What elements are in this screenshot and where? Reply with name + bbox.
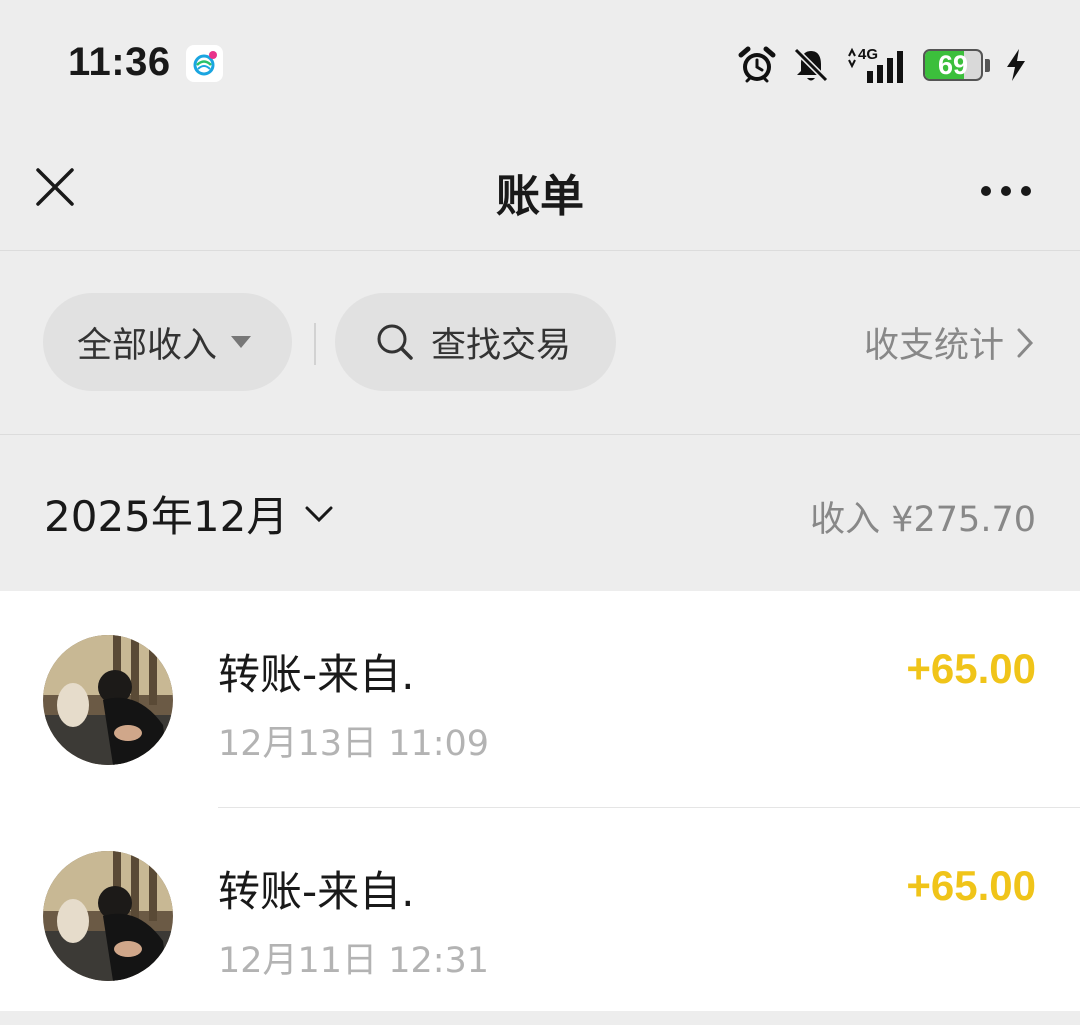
more-icon[interactable]: [980, 182, 1032, 196]
nav-bar: 账单: [0, 130, 1080, 251]
status-bar: 11:36 4G 69: [0, 0, 1080, 130]
month-income-total: 收入 ¥275.70: [810, 500, 1036, 540]
stats-label: 收支统计: [863, 326, 1004, 366]
search-label: 查找交易: [431, 325, 572, 366]
transaction-time: 12月11日 12:31: [218, 941, 490, 981]
alarm-icon: [737, 45, 777, 85]
type-filter-button[interactable]: 全部收入: [43, 293, 292, 391]
filter-divider: [314, 323, 316, 365]
battery-level: 69: [937, 49, 969, 80]
transaction-title: 转账-来自.: [218, 650, 415, 699]
transaction-time: 12月13日 11:09: [218, 724, 490, 764]
china-mobile-icon: [186, 45, 223, 82]
transaction-list: 转账-来自. 12月13日 11:09 +65.00 转账-来自. 12月11日…: [0, 591, 1080, 1011]
charging-icon: [1004, 47, 1028, 83]
transaction-amount: +65.00: [906, 862, 1036, 909]
signal-4g-icon: 4G: [845, 44, 909, 86]
transaction-title: 转账-来自.: [218, 867, 415, 916]
type-filter-label: 全部收入: [77, 325, 218, 366]
transaction-amount: +65.00: [906, 645, 1036, 692]
battery-icon: 69: [923, 49, 983, 81]
svg-text:4G: 4G: [858, 46, 878, 63]
month-header: 2025年12月 收入 ¥275.70: [0, 435, 1080, 591]
month-selector[interactable]: 2025年12月: [44, 483, 334, 544]
status-icons: 4G 69: [737, 44, 1028, 86]
status-time: 11:36: [68, 40, 171, 84]
triangle-down-icon: [231, 336, 252, 348]
chevron-right-icon: [1016, 327, 1034, 359]
page-title: 账单: [496, 171, 584, 222]
avatar: [43, 635, 173, 765]
stats-link[interactable]: 收支统计: [864, 317, 1034, 368]
month-label: 2025年12月: [44, 492, 289, 541]
transaction-item[interactable]: 转账-来自. 12月13日 11:09 +65.00: [0, 591, 1080, 808]
chevron-down-icon: [304, 505, 334, 523]
avatar: [43, 851, 173, 981]
search-icon: [375, 322, 415, 362]
filter-row: 全部收入 查找交易 收支统计: [0, 251, 1080, 435]
transaction-item[interactable]: 转账-来自. 12月11日 12:31 +65.00: [0, 808, 1080, 1025]
search-transactions-button[interactable]: 查找交易: [335, 293, 616, 391]
bell-muted-icon: [791, 45, 831, 85]
